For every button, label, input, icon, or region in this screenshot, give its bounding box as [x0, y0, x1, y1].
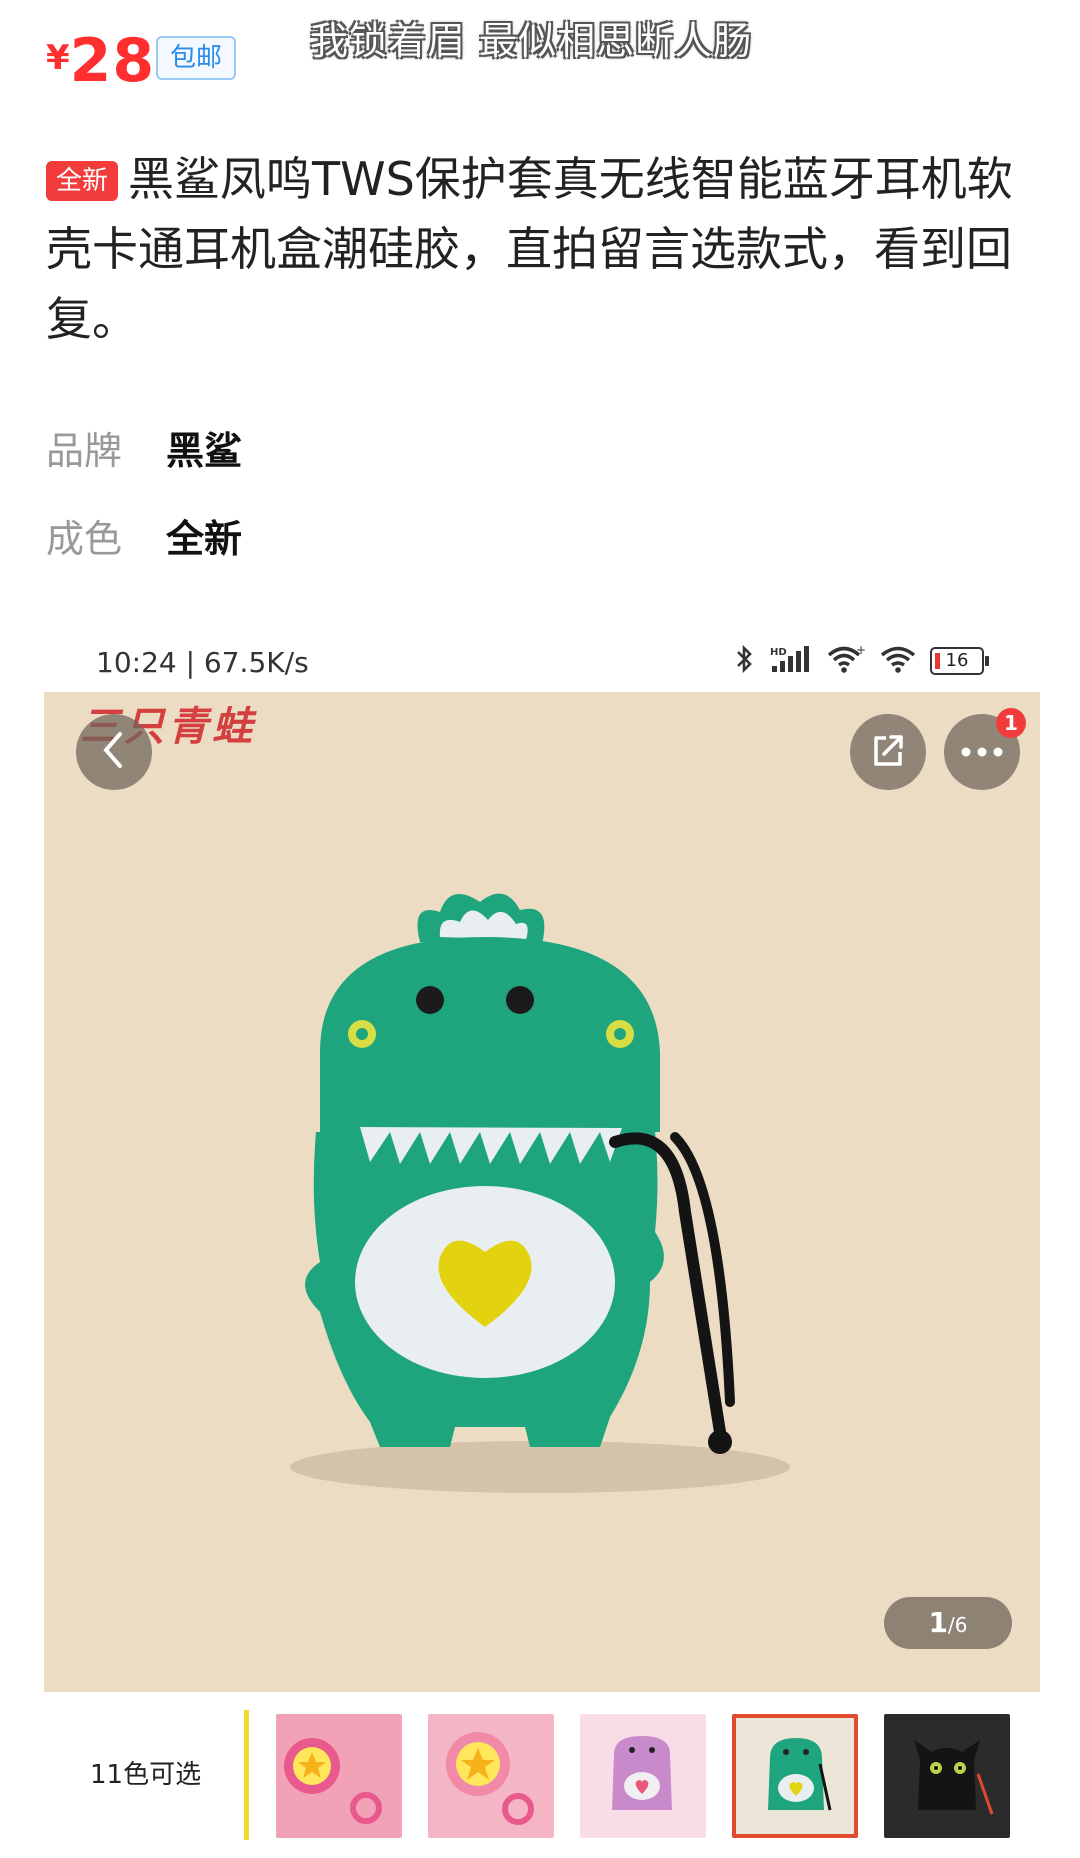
battery-level: 16: [945, 650, 969, 671]
price-value: 28: [69, 26, 156, 96]
product-photo[interactable]: 三只青蛙 1 1/6: [44, 692, 1040, 1692]
hd-signal-icon: HD: [770, 644, 812, 678]
image-pager: 1/6: [884, 1597, 1012, 1649]
embedded-screenshot[interactable]: 10:24 | 67.5K/s HD + 16 三只青蛙 1 1/6 11色可选: [44, 632, 1040, 1858]
svg-text:+: +: [856, 644, 866, 657]
wifi-icon: [880, 644, 916, 678]
wifi-plus-icon: +: [826, 643, 866, 678]
price: ¥28: [46, 26, 155, 96]
free-shipping-badge: 包邮: [156, 36, 237, 80]
notification-badge: 1: [996, 708, 1026, 738]
bluetooth-icon: [734, 644, 756, 678]
variant-thumb-green-dino-selected[interactable]: [732, 1714, 858, 1838]
variant-thumb-pink-star-1[interactable]: [276, 1714, 402, 1838]
chevron-left-icon: [96, 730, 132, 774]
listing-title: 全新 黑鲨凤鸣TWS保护套真无线智能蓝牙耳机软壳卡通耳机盒潮硅胶，直拍留言选款式，…: [46, 144, 1046, 354]
attribute-value: 全新: [166, 517, 243, 561]
status-bar: 10:24 | 67.5K/s HD + 16: [44, 632, 1040, 692]
back-button[interactable]: [76, 714, 152, 790]
overlay-caption: 我锁着眉 最似相思断人肠: [310, 19, 753, 63]
variant-divider: [244, 1710, 249, 1840]
variant-thumb-pink-star-2[interactable]: [428, 1714, 554, 1838]
variant-count-label: 11色可选: [90, 1760, 202, 1790]
attribute-key: 成色: [46, 517, 123, 561]
attribute-key: 品牌: [46, 429, 123, 473]
pager-current: 1: [928, 1606, 948, 1639]
listing-title-text: 黑鲨凤鸣TWS保护套真无线智能蓝牙耳机软壳卡通耳机盒潮硅胶，直拍留言选款式，看到…: [46, 152, 1013, 346]
attribute-value: 黑鲨: [166, 429, 243, 473]
attribute-row-brand: 品牌 黑鲨: [46, 420, 242, 475]
attribute-row-condition: 成色 全新: [46, 508, 242, 563]
variant-selector[interactable]: 11色可选: [44, 1692, 1040, 1858]
condition-badge: 全新: [46, 161, 119, 201]
variant-thumb-black-dragon[interactable]: [884, 1714, 1010, 1838]
share-icon: [868, 730, 908, 774]
battery-icon: 16: [930, 647, 989, 675]
svg-text:HD: HD: [770, 647, 787, 658]
more-button[interactable]: 1: [944, 708, 1026, 790]
status-time-speed: 10:24 | 67.5K/s: [96, 646, 309, 679]
variant-thumb-pink-dino[interactable]: [580, 1714, 706, 1838]
pager-total: /6: [948, 1613, 968, 1637]
currency-symbol: ¥: [46, 38, 70, 78]
dinosaur-earbud-case-image: [280, 882, 840, 1506]
share-button[interactable]: [850, 714, 926, 790]
more-dots-icon: [960, 743, 1004, 762]
